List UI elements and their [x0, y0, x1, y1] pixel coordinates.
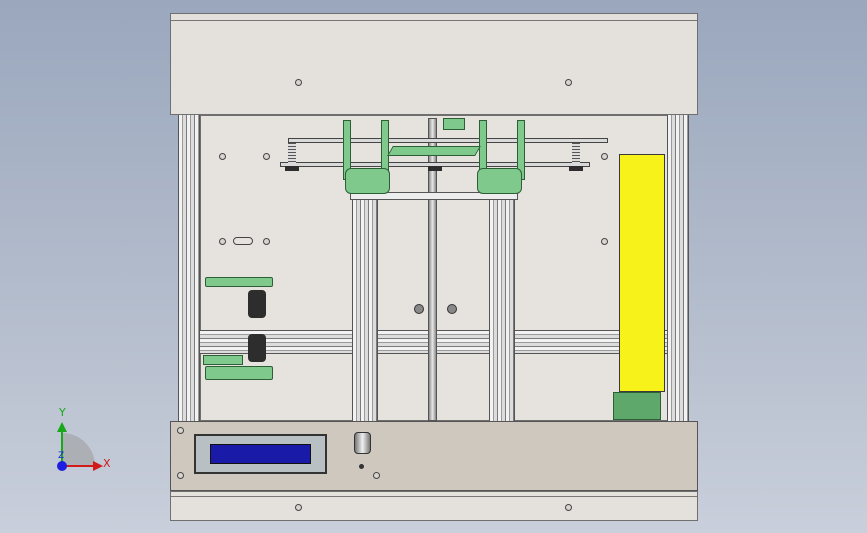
bottom-plate [170, 491, 698, 521]
top-plate-lip [171, 14, 697, 21]
indicator-hole [359, 464, 364, 469]
rotary-encoder-knob [354, 432, 371, 454]
right-outer-rail [667, 115, 689, 421]
cross-link [387, 146, 481, 156]
left-bracket [203, 355, 243, 365]
mount-hole [263, 153, 270, 160]
mount-hole [263, 238, 270, 245]
spring-foot [285, 166, 299, 171]
spring [288, 143, 296, 163]
knurled-screw [414, 304, 424, 314]
roller-mount-right [477, 168, 522, 194]
left-arm-upper [205, 277, 273, 287]
triad-z-label: Z [58, 451, 65, 461]
knurled-screw [447, 304, 457, 314]
screw-hole [295, 504, 302, 511]
triad-y-label: Y [59, 406, 66, 419]
power-connector [613, 392, 661, 420]
bottom-plate-lip [171, 492, 697, 497]
roller-mount-left [345, 168, 390, 194]
coordinate-triad: Y X Z [40, 406, 120, 480]
screw-hole [565, 79, 572, 86]
slot-hole [233, 237, 253, 245]
screw-hole [295, 79, 302, 86]
lcd-display [194, 434, 327, 474]
left-outer-rail [178, 115, 200, 421]
z-rail-left [352, 195, 378, 421]
spring [572, 143, 580, 163]
left-gear-upper [248, 290, 266, 318]
belt-tensioner [443, 118, 465, 130]
screw-hole [373, 472, 380, 479]
left-arm-lower [205, 366, 273, 380]
carriage-plate [288, 138, 608, 143]
z-rail-right [489, 195, 515, 421]
power-supply [619, 154, 665, 392]
screw-hole [177, 427, 184, 434]
lcd-screen [210, 444, 311, 464]
left-gear-lower [248, 334, 266, 362]
mount-hole [601, 238, 608, 245]
mount-hole [219, 153, 226, 160]
cad-viewport[interactable] [0, 0, 867, 533]
top-plate [170, 13, 698, 115]
screw-hole [177, 472, 184, 479]
screw-hole [565, 504, 572, 511]
mount-hole [219, 238, 226, 245]
spring-foot [428, 166, 442, 171]
mount-hole [601, 153, 608, 160]
spring-foot [569, 166, 583, 171]
triad-x-label: X [103, 457, 111, 470]
